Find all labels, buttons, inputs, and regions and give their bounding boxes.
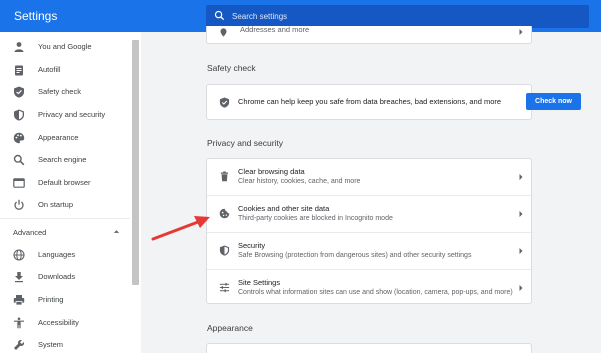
addresses-row[interactable]: Addresses and more: [207, 25, 531, 43]
sidebar-scrollbar[interactable]: [132, 40, 139, 285]
safety-check-heading: Safety check: [207, 63, 256, 73]
site-settings-subtitle: Controls what information sites can use …: [238, 289, 513, 296]
clear-browsing-data-row[interactable]: Clear browsing data Clear history, cooki…: [207, 159, 531, 195]
cookies-site-data-subtitle: Third-party cookies are blocked in Incog…: [238, 215, 393, 222]
chevron-right-icon: [519, 211, 523, 217]
clipboard-icon: [15, 65, 23, 76]
appearance-heading: Appearance: [207, 323, 253, 333]
sidebar-divider: [0, 218, 130, 219]
cookie-icon: [219, 208, 230, 219]
chevron-right-icon: [519, 29, 523, 35]
shield-check-icon: [219, 97, 230, 108]
site-settings-row[interactable]: Site Settings Controls what information …: [207, 270, 531, 304]
sliders-icon: [219, 282, 230, 293]
shield-check-icon: [14, 86, 24, 98]
main-content: Addresses and more Safety check Chrome c…: [141, 25, 601, 353]
sidebar: You and Google Autofill Safety check Pri…: [0, 32, 141, 353]
clear-browsing-data-subtitle: Clear history, cookies, cache, and more: [238, 178, 361, 185]
search-icon: [214, 10, 225, 21]
chevron-right-icon: [519, 248, 523, 254]
site-settings-title: Site Settings: [238, 278, 281, 287]
check-now-button[interactable]: Check now: [526, 93, 581, 110]
palette-icon: [13, 132, 25, 144]
safety-check-card: Chrome can help keep you safe from data …: [206, 84, 581, 120]
sidebar-item-autofill[interactable]: Autofill: [0, 60, 130, 80]
sidebar-advanced-toggle[interactable]: Advanced: [0, 223, 130, 241]
cookies-site-data-row[interactable]: Cookies and other site data Third-party …: [207, 196, 531, 232]
download-icon: [15, 272, 23, 283]
sidebar-item-search-engine[interactable]: Search engine: [0, 150, 130, 170]
person-icon: [14, 42, 24, 52]
sidebar-item-system[interactable]: System: [0, 335, 130, 353]
privacy-security-heading: Privacy and security: [207, 138, 284, 148]
location-pin-icon: [220, 28, 227, 37]
chevron-right-icon: [519, 285, 523, 291]
shield-icon: [219, 245, 230, 256]
sidebar-item-appearance[interactable]: Appearance: [0, 128, 130, 148]
safety-check-description: Chrome can help keep you safe from data …: [238, 97, 502, 106]
security-row[interactable]: Security Safe Browsing (protection from …: [207, 233, 531, 269]
sidebar-item-you-and-google[interactable]: You and Google: [0, 37, 130, 57]
sidebar-item-on-startup[interactable]: On startup: [0, 195, 130, 215]
security-subtitle: Safe Browsing (protection from dangerous…: [238, 252, 472, 259]
shield-icon: [14, 109, 24, 121]
addresses-row-label: Addresses and more: [240, 25, 310, 34]
sidebar-item-downloads[interactable]: Downloads: [0, 267, 130, 287]
browser-icon: [13, 178, 25, 188]
accessibility-icon: [14, 317, 24, 329]
sidebar-item-safety-check[interactable]: Safety check: [0, 82, 130, 102]
globe-icon: [13, 249, 25, 261]
clear-browsing-data-title: Clear browsing data: [238, 167, 305, 176]
wrench-icon: [14, 339, 25, 350]
appearance-card-partial: [206, 343, 532, 353]
printer-icon: [13, 295, 25, 306]
search-icon: [13, 154, 25, 166]
autofill-card-partial: Addresses and more: [206, 25, 532, 44]
sidebar-item-languages[interactable]: Languages: [0, 245, 130, 265]
trash-icon: [220, 171, 229, 182]
sidebar-item-privacy-and-security[interactable]: Privacy and security: [0, 105, 130, 125]
cookies-site-data-title: Cookies and other site data: [238, 204, 330, 213]
annotation-arrow: [151, 216, 210, 241]
security-title: Security: [238, 241, 266, 250]
chevron-right-icon: [519, 174, 523, 180]
chevron-up-icon: [113, 230, 120, 233]
sidebar-item-default-browser[interactable]: Default browser: [0, 173, 130, 193]
sidebar-item-printing[interactable]: Printing: [0, 290, 130, 310]
sidebar-item-accessibility[interactable]: Accessibility: [0, 313, 130, 333]
privacy-security-card: Clear browsing data Clear history, cooki…: [206, 158, 532, 304]
power-icon: [14, 199, 24, 210]
app-title: Settings: [14, 9, 58, 23]
